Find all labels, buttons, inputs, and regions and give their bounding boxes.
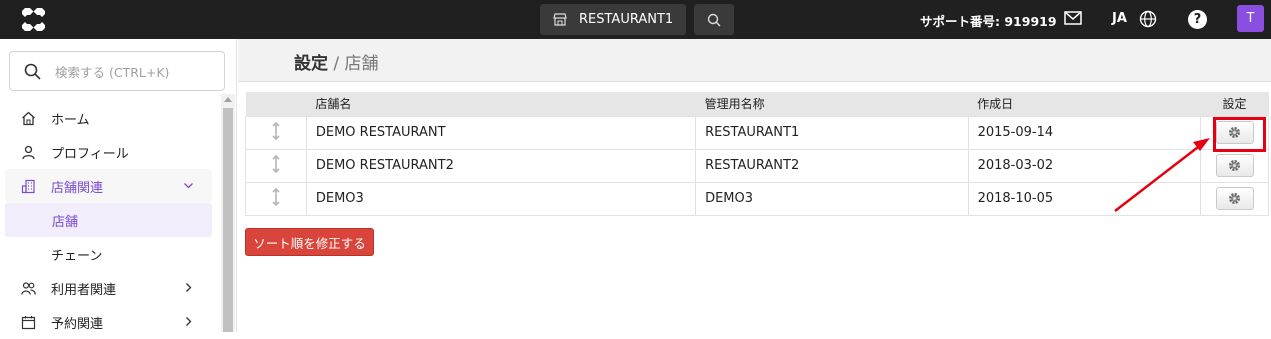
sidebar-subitem-stores[interactable]: 店舗 (5, 203, 212, 237)
search-icon (24, 63, 41, 80)
sidebar-item-home[interactable]: ホーム (0, 101, 220, 135)
gear-icon (1229, 160, 1241, 171)
chevron-right-icon (183, 316, 194, 327)
breadcrumb-settings[interactable]: 設定 (294, 54, 328, 74)
cell-created-date: 2018-03-02 (967, 148, 1202, 183)
store-building-icon (21, 179, 36, 194)
cell-admin-name: DEMO3 (695, 181, 969, 216)
language-code[interactable]: JA (1112, 11, 1127, 26)
calendar-icon (21, 315, 36, 330)
sidebar: 検索する (CTRL+K) ホーム プロフィール 店舗関連 店舗 チェーン 利用… (0, 39, 237, 332)
column-header-drag (245, 92, 307, 116)
sidebar-item-store-related[interactable]: 店舗関連 (5, 169, 212, 203)
mail-icon[interactable] (1064, 11, 1082, 25)
app-logo[interactable] (20, 6, 47, 33)
drag-handle[interactable] (245, 181, 307, 216)
column-header-store-name: 店舗名 (306, 92, 696, 116)
sidebar-search-input[interactable]: 検索する (CTRL+K) (9, 51, 225, 91)
sidebar-item-label: チェーン (51, 248, 103, 264)
main-content: 設定 / 店舗 店舗名 管理用名称 作成日 設定 DEMO RESTAURANT… (238, 39, 1271, 332)
user-avatar[interactable]: T (1237, 5, 1264, 32)
store-selector-button[interactable]: RESTAURANT1 (540, 4, 686, 35)
table-header-row: 店舗名 管理用名称 作成日 設定 (245, 92, 1269, 116)
drag-handle-icon (272, 121, 280, 140)
help-icon[interactable]: ? (1188, 10, 1207, 29)
table-row: DEMO3 DEMO3 2018-10-05 (245, 181, 1269, 216)
cell-store-name: DEMO RESTAURANT2 (305, 148, 697, 183)
settings-button[interactable] (1215, 121, 1254, 144)
cell-admin-name: RESTAURANT1 (695, 115, 969, 150)
sidebar-item-label: 店舗 (52, 214, 79, 230)
drag-handle-icon (272, 154, 280, 173)
breadcrumb: 設定 / 店舗 (294, 49, 379, 74)
top-bar: RESTAURANT1 サポート番号: 919919 JA ? T (0, 0, 1271, 39)
gear-icon (1229, 193, 1241, 204)
sidebar-scrollbar[interactable] (221, 94, 235, 332)
settings-button[interactable] (1215, 187, 1254, 210)
cell-created-date: 2018-10-05 (967, 181, 1202, 216)
column-header-admin-name: 管理用名称 (695, 92, 969, 116)
sidebar-nav: ホーム プロフィール 店舗関連 店舗 チェーン 利用者関連 予約関連 (0, 101, 220, 339)
breadcrumb-page: 店舗 (344, 54, 379, 74)
settings-button[interactable] (1215, 154, 1254, 177)
search-icon (707, 13, 721, 26)
scrollbar-thumb[interactable] (223, 108, 233, 332)
globe-icon[interactable] (1139, 10, 1157, 28)
store-selector-label: RESTAURANT1 (579, 12, 674, 27)
drag-handle[interactable] (245, 148, 307, 183)
column-header-settings: 設定 (1200, 92, 1269, 116)
sidebar-item-user-related[interactable]: 利用者関連 (0, 271, 220, 305)
breadcrumb-separator: / (333, 54, 340, 74)
fix-sort-order-button[interactable]: ソート順を修正する (245, 228, 374, 256)
chevron-right-icon (183, 282, 194, 293)
global-search-button[interactable] (694, 4, 734, 35)
support-number: サポート番号: 919919 (920, 14, 1057, 29)
stores-table: 店舗名 管理用名称 作成日 設定 DEMO RESTAURANT RESTAUR… (245, 92, 1269, 216)
chevron-down-icon (183, 180, 194, 191)
table-row: DEMO RESTAURANT2 RESTAURANT2 2018-03-02 (245, 148, 1269, 183)
drag-handle[interactable] (245, 115, 307, 150)
cell-created-date: 2015-09-14 (967, 115, 1202, 150)
table-row: DEMO RESTAURANT RESTAURANT1 2015-09-14 (245, 115, 1269, 150)
sidebar-item-label: 予約関連 (51, 316, 104, 332)
store-icon (553, 13, 567, 26)
cell-settings (1200, 148, 1269, 183)
sidebar-item-label: プロフィール (51, 146, 129, 162)
drag-handle-icon (272, 187, 280, 206)
sidebar-item-profile[interactable]: プロフィール (0, 135, 220, 169)
cell-store-name: DEMO RESTAURANT (305, 115, 697, 150)
sidebar-item-label: 利用者関連 (51, 282, 117, 298)
cell-settings (1200, 115, 1269, 150)
cell-store-name: DEMO3 (305, 181, 697, 216)
column-header-created: 作成日 (968, 92, 1201, 116)
search-placeholder: 検索する (CTRL+K) (55, 64, 170, 80)
users-icon (21, 281, 36, 296)
scroll-up-arrow-icon[interactable] (224, 97, 232, 102)
sidebar-item-label: ホーム (51, 112, 90, 128)
cell-admin-name: RESTAURANT2 (695, 148, 969, 183)
gear-icon (1229, 127, 1241, 138)
page-header: 設定 / 店舗 (238, 39, 1271, 82)
sidebar-subitem-chain[interactable]: チェーン (0, 237, 220, 271)
home-icon (21, 111, 36, 126)
sidebar-item-reservation-related[interactable]: 予約関連 (0, 305, 220, 339)
cell-settings (1200, 181, 1269, 216)
person-icon (21, 145, 36, 160)
sidebar-item-label: 店舗関連 (51, 180, 104, 196)
